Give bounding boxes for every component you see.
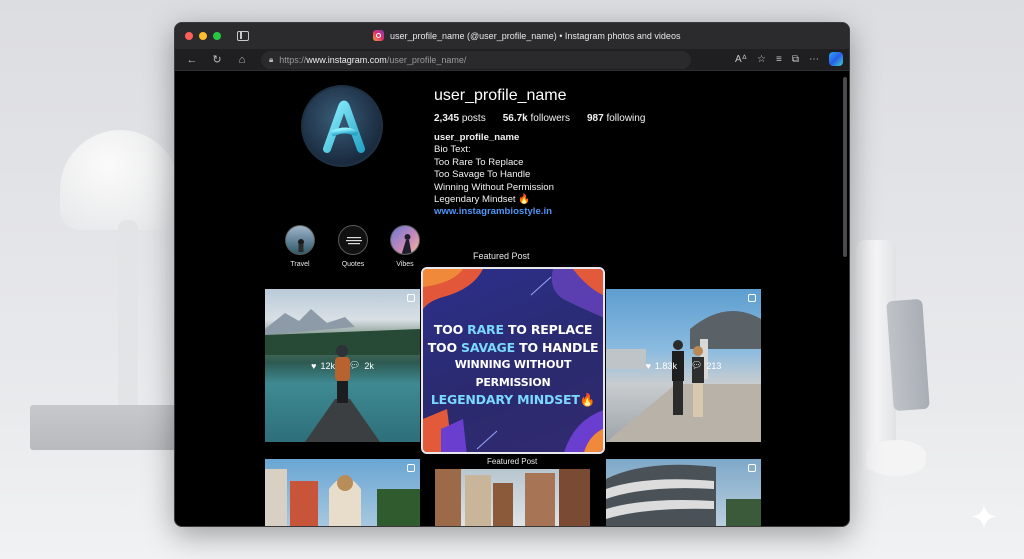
back-icon[interactable]: ←: [184, 54, 200, 66]
minimize-window-button[interactable]: [199, 32, 207, 40]
url-host: www.instagram.com: [306, 55, 387, 65]
featured-line: WINNING WITHOUT PERMISSION: [454, 358, 572, 389]
post-tile[interactable]: [606, 459, 761, 526]
browser-toolbar: ← ↻ ⌂ 🔒︎ https://www.instagram.com/user_…: [175, 49, 849, 71]
profile-stats: 2,345 posts 56.7k followers 987 followin…: [434, 113, 645, 124]
bio-line: Bio Text:: [434, 144, 471, 156]
post-stats-overlay: ♥ 1.83k 💬︎ 213: [606, 289, 761, 442]
bio-line: Winning Without Permission: [434, 181, 554, 193]
highlight-label: Travel: [290, 261, 310, 268]
highlight-quotes-thumb: [338, 225, 368, 255]
read-aloud-icon[interactable]: Aᐞ: [735, 54, 747, 65]
copilot-icon[interactable]: [829, 52, 843, 66]
post-tile[interactable]: ♥ 1.83k 💬︎ 213: [606, 289, 761, 442]
url-protocol: https://: [279, 55, 307, 65]
more-options-icon[interactable]: ⋯: [809, 54, 819, 65]
profile-username: user_profile_name: [434, 87, 567, 104]
logo-a-icon: [323, 100, 365, 153]
highlight-quotes[interactable]: Quotes: [335, 225, 371, 268]
featured-post-label: Featured Post: [473, 251, 530, 261]
maximize-window-button[interactable]: [213, 32, 221, 40]
profile-page: user_profile_name 2,345 posts 56.7k foll…: [175, 71, 849, 526]
stat-following[interactable]: 987 following: [587, 113, 645, 124]
lamp-decoration: [60, 130, 180, 230]
favorite-star-icon[interactable]: ☆: [757, 54, 766, 65]
url-path: /user_profile_name/: [386, 55, 467, 65]
featured-post-text: TOO RARE TO REPLACE TOO SAVAGE TO HANDLE…: [423, 321, 603, 409]
address-bar[interactable]: 🔒︎ https://www.instagram.com/user_profil…: [261, 51, 691, 69]
phone-decoration: [886, 298, 930, 412]
home-icon[interactable]: ⌂: [234, 54, 250, 66]
lamp-stand: [118, 220, 138, 420]
highlight-label: Quotes: [341, 261, 365, 268]
highlight-vibes-thumb: [390, 225, 420, 255]
stat-posts[interactable]: 2,345 posts: [434, 113, 486, 124]
carousel-icon: [407, 464, 415, 472]
stat-followers[interactable]: 56.7k followers: [503, 113, 570, 124]
title-bar: user_profile_name (@user_profile_name) •…: [175, 23, 849, 49]
featured-post-label: Featured Post: [487, 457, 538, 466]
lock-icon: 🔒︎: [269, 55, 274, 64]
bio-link[interactable]: www.instagrambiostyle.in: [434, 206, 554, 218]
bio-name: user_profile_name: [434, 132, 520, 143]
close-window-button[interactable]: [185, 32, 193, 40]
highlight-travel[interactable]: Travel: [282, 225, 318, 268]
browser-window: user_profile_name (@user_profile_name) •…: [174, 22, 850, 527]
book-decoration: [30, 405, 180, 450]
post-tile[interactable]: ♥ 12k 💬︎ 2k: [265, 289, 420, 442]
active-tab[interactable]: user_profile_name (@user_profile_name) •…: [373, 30, 680, 41]
post-tile[interactable]: [435, 469, 590, 526]
highlight-vibes[interactable]: Vibes: [387, 225, 423, 268]
bio-line: Legendary Mindset 🔥: [434, 194, 531, 206]
featured-line: LEGENDARY MINDSET🔥: [430, 392, 596, 407]
cup-decoration: [866, 440, 926, 476]
instagram-favicon-icon: [373, 30, 384, 41]
tab-title-text: user_profile_name (@user_profile_name) •…: [390, 30, 681, 41]
reload-icon[interactable]: ↻: [209, 53, 225, 66]
carousel-icon: [748, 464, 756, 472]
likes-count: ♥ 12k: [311, 360, 335, 371]
bio-line: Too Savage To Handle: [434, 169, 531, 181]
likes-count: ♥ 1.83k: [645, 360, 677, 371]
bio-line: Too Rare To Replace: [434, 156, 524, 168]
sparkle-icon: ✦: [969, 499, 999, 537]
sidebar-toggle-icon[interactable]: [237, 31, 249, 41]
post-tile[interactable]: [265, 459, 420, 526]
highlight-label: Vibes: [396, 261, 414, 268]
featured-post[interactable]: TOO RARE TO REPLACE TOO SAVAGE TO HANDLE…: [421, 267, 605, 454]
featured-line: TOO SAVAGE TO HANDLE: [427, 339, 599, 355]
post-stats-overlay: ♥ 12k 💬︎ 2k: [265, 289, 420, 442]
comments-count: 💬︎ 2k: [348, 360, 374, 371]
highlight-travel-thumb: [285, 225, 315, 255]
profile-bio: user_profile_name Bio Text: Too Rare To …: [434, 132, 554, 219]
featured-line: TOO RARE TO REPLACE: [433, 322, 593, 337]
collections-icon[interactable]: ⧉: [792, 54, 799, 65]
avatar[interactable]: [301, 85, 383, 167]
favorites-list-icon[interactable]: ≡: [776, 54, 782, 65]
comments-count: 💬︎ 213: [690, 360, 722, 371]
